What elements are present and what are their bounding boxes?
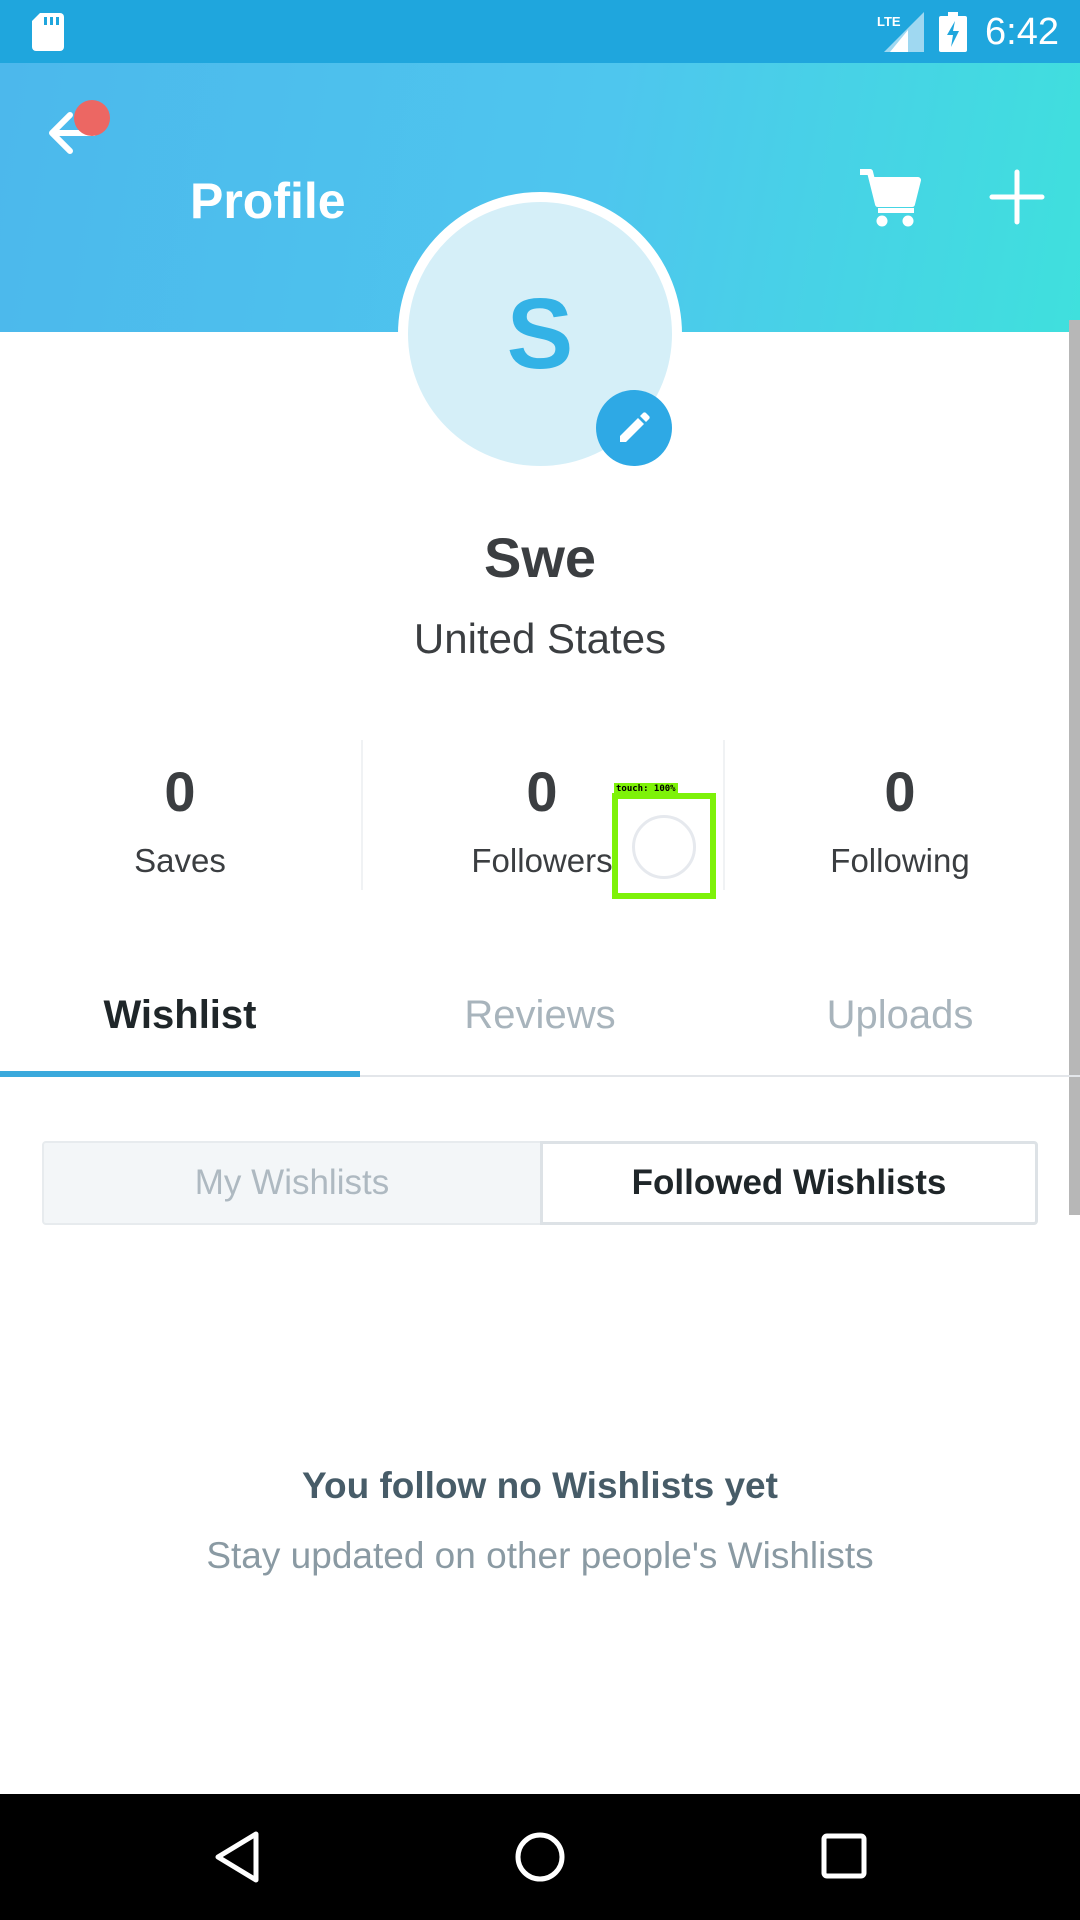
tab-reviews[interactable]: Reviews [360,960,720,1075]
pencil-icon [620,412,650,442]
user-name: Swe [483,526,597,589]
navigation-bar [0,1794,1080,1920]
notification-dot [74,100,110,136]
stat-following[interactable]: 0 Following [720,740,1080,890]
profile-tabs: Wishlist Reviews Uploads [0,960,1080,1077]
cart-icon[interactable] [858,168,922,228]
profile-stats: 0 Saves 0 Followers 0 Following [0,740,1080,890]
stat-value: 0 [884,760,916,823]
edit-avatar-button[interactable] [596,390,672,466]
stat-label: Saves [134,842,226,879]
touch-indicator-label: touch: 100% [614,783,678,796]
empty-state-subtitle: Stay updated on other people's Wishlists [206,1535,874,1576]
followed-wishlists-button[interactable]: Followed Wishlists [540,1141,1038,1225]
svg-text:LTE: LTE [877,14,901,29]
sd-card-icon [32,13,64,51]
page-title: Profile [190,173,346,229]
tab-wishlist[interactable]: Wishlist [0,960,360,1075]
plus-icon[interactable] [988,168,1046,226]
active-tab-indicator [0,1071,360,1077]
touch-indicator-box [612,793,716,899]
battery-charging-icon [939,12,967,52]
my-wishlists-button[interactable]: My Wishlists [42,1141,542,1225]
nav-recents-icon[interactable] [820,1832,868,1880]
stat-saves[interactable]: 0 Saves [0,740,360,890]
stat-value: 0 [164,760,196,823]
empty-state-title: You follow no Wishlists yet [302,1465,778,1506]
nav-home-icon[interactable] [513,1830,567,1884]
stat-label: Following [830,842,970,879]
wishlist-toggle: My Wishlists Followed Wishlists [42,1141,1038,1225]
status-bar: LTE 6:42 [0,0,1080,63]
lte-signal-icon: LTE [877,12,924,52]
tab-uploads[interactable]: Uploads [720,960,1080,1075]
status-time: 6:42 [985,11,1059,53]
nav-back-icon[interactable] [210,1830,264,1884]
user-location: United States [413,615,667,662]
